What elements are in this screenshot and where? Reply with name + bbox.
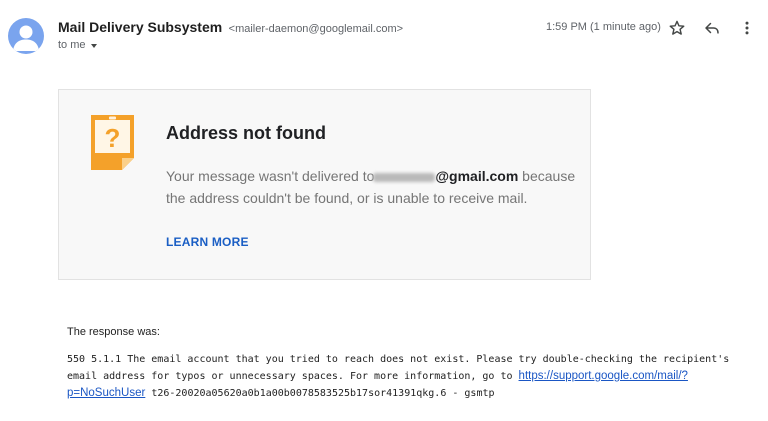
sender-line: Mail Delivery Subsystem <mailer-daemon@g… (58, 18, 403, 38)
sender-name[interactable]: Mail Delivery Subsystem (58, 19, 222, 35)
avatar[interactable] (8, 18, 44, 54)
reply-icon (705, 22, 719, 34)
star-icon (669, 20, 685, 35)
question-note-icon: ? (91, 115, 134, 170)
chevron-down-icon[interactable] (90, 43, 97, 48)
response-trace: t26-20020a05620a0b1a00b0078583525b17sor4… (145, 388, 495, 399)
response-label: The response was: (67, 326, 160, 338)
svg-text:?: ? (105, 123, 121, 153)
response-body: 550 5.1.1 The email account that you tri… (67, 351, 757, 402)
sender-email: <mailer-daemon@googlemail.com> (228, 23, 404, 35)
more-vert-icon (745, 21, 749, 35)
message-text-before: Your message wasn't delivered to (166, 168, 375, 184)
reply-button[interactable] (701, 17, 723, 39)
more-options-button[interactable] (736, 17, 758, 39)
card-message: Your message wasn't delivered to @gmail.c… (166, 165, 576, 209)
star-button[interactable] (666, 17, 688, 39)
learn-more-link[interactable]: LEARN MORE (166, 234, 249, 250)
card-title: Address not found (166, 123, 326, 143)
redacted-address (373, 172, 436, 182)
recipient-details-toggle[interactable]: to me (58, 38, 97, 52)
recipient-address: @gmail.com (435, 168, 519, 184)
recipient-label: to me (58, 39, 86, 51)
person-avatar-icon (13, 25, 39, 51)
timestamp: 1:59 PM (1 minute ago) (546, 21, 661, 33)
